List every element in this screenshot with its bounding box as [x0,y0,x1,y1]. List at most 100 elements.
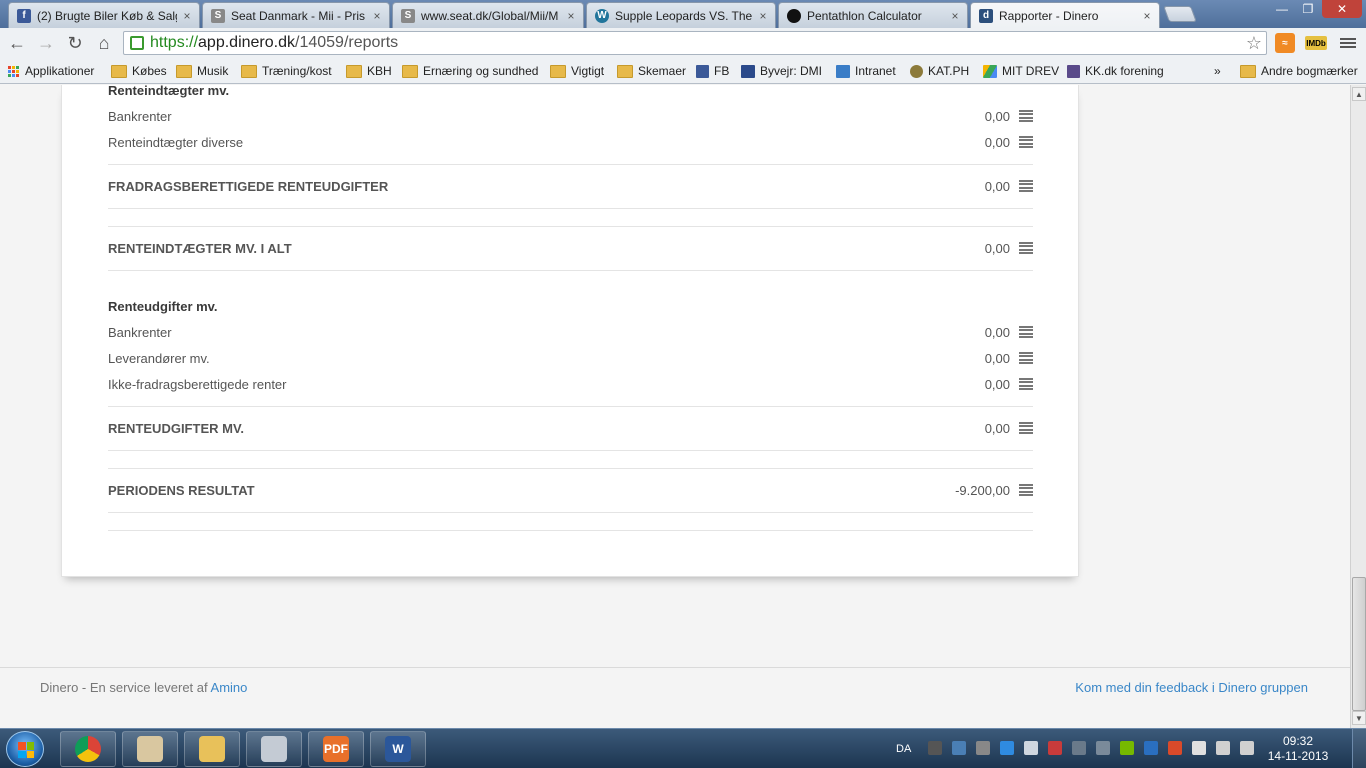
wordpress-icon: W [595,8,609,23]
taskbar-pdf[interactable]: PDF [308,731,364,767]
bookmark-folder-kbh[interactable]: KBH [346,62,392,80]
mail-icon[interactable] [1024,741,1038,755]
minimize-icon[interactable]: — [1270,0,1294,18]
bookmark-fb[interactable]: FB [696,62,729,80]
network-drive-icon[interactable] [952,741,966,755]
bookmark-folder-other[interactable]: Andre bogmærker [1240,62,1358,80]
tab-pentathlon[interactable]: Pentathlon Calculator × [778,2,968,28]
url-path: /14059/reports [295,34,399,51]
tab-seat-global[interactable]: S www.seat.dk/Global/Mii/M × [392,2,584,28]
flag-icon[interactable] [1048,741,1062,755]
taskbar-word[interactable]: W [370,731,426,767]
row-label: PERIODENS RESULTAT [108,482,255,498]
close-window-icon[interactable]: ✕ [1322,0,1362,18]
bookmark-label: Andre bogmærker [1261,64,1358,78]
list-details-icon[interactable] [1019,180,1033,192]
taskbar-explorer-window[interactable] [122,731,178,767]
rss-icon[interactable]: ≈ [1275,33,1295,53]
bookmark-folder-ernaering[interactable]: Ernæring og sundhed [402,62,538,80]
language-indicator[interactable]: DA [896,729,911,768]
steam-icon[interactable] [928,741,942,755]
list-details-icon[interactable] [1019,110,1033,122]
close-icon[interactable]: × [371,9,383,23]
close-icon[interactable]: × [949,9,961,23]
amino-link[interactable]: Amino [211,680,248,695]
bookmark-folder-kobes[interactable]: Købes [111,62,167,80]
address-bar[interactable]: https:// app.dinero.dk /14059/reports ☆ [123,31,1267,55]
system-clock[interactable]: 09:32 14-11-2013 [1266,734,1330,764]
tab-seat-mii[interactable]: S Seat Danmark - Mii - Pris o × [202,2,390,28]
list-details-icon[interactable] [1019,484,1033,496]
bookmark-folder-skemaer[interactable]: Skemaer [617,62,686,80]
bookmark-katph[interactable]: KAT.PH [910,62,969,80]
device-icon[interactable] [1072,741,1086,755]
list-details-icon[interactable] [1019,326,1033,338]
chrome-menu-icon[interactable] [1338,33,1358,53]
home-icon[interactable]: ⌂ [92,31,116,55]
footer-credit: Dinero - En service leveret af Amino [40,680,247,695]
list-details-icon[interactable] [1019,242,1033,254]
forward-icon[interactable]: → [34,31,58,55]
calculator-icon [261,736,287,762]
bookmark-folder-musik[interactable]: Musik [176,62,228,80]
window-icon [137,736,163,762]
usb-icon[interactable] [976,741,990,755]
row-amount: 0,00 [984,134,1010,150]
scroll-thumb[interactable] [1352,577,1366,711]
bookmark-folder-vigtigt[interactable]: Vigtigt [550,62,604,80]
bookmark-mit-drev[interactable]: MIT DREV [983,62,1059,80]
start-button[interactable] [6,731,44,767]
list-details-icon[interactable] [1019,378,1033,390]
new-tab-button[interactable] [1163,6,1197,22]
imdb-icon[interactable]: IMDb [1305,36,1327,50]
kettlebell-icon [787,8,801,23]
scroll-up-icon[interactable]: ▲ [1352,87,1366,101]
tab-label: (2) Brugte Biler Køb & Salg [37,8,177,23]
speaker-muted-icon[interactable] [1168,741,1182,755]
section-heading-label: Renteindtægter mv. [108,85,230,98]
close-icon[interactable]: × [181,9,193,23]
bookmark-label: KBH [367,64,392,78]
maximize-icon[interactable]: ❐ [1296,0,1320,18]
tab-label: Pentathlon Calculator [807,8,922,23]
taskbar-file-explorer[interactable] [184,731,240,767]
bluetooth-icon[interactable] [1144,741,1158,755]
volume-icon[interactable] [1240,741,1254,755]
scroll-down-icon[interactable]: ▼ [1352,711,1366,725]
bookmark-intranet[interactable]: Intranet [836,62,896,80]
lock-icon [130,36,144,50]
reload-icon[interactable]: ↻ [63,31,87,55]
close-icon[interactable]: × [1141,9,1153,23]
show-desktop-button[interactable] [1352,729,1366,768]
list-details-icon[interactable] [1019,422,1033,434]
close-icon[interactable]: × [757,9,769,23]
bookmark-kk-forening[interactable]: KK.dk forening [1067,62,1164,80]
power-icon[interactable] [1192,741,1206,755]
bookmark-apps[interactable]: Applikationer [8,62,94,80]
list-details-icon[interactable] [1019,352,1033,364]
bookmark-star-icon[interactable]: ☆ [1246,33,1262,54]
page-scrollbar[interactable]: ▲ ▼ [1350,85,1366,728]
back-icon[interactable]: ← [5,31,29,55]
monitor-icon[interactable] [1096,741,1110,755]
taskbar-calculator[interactable] [246,731,302,767]
report-row-deductible-total: FRADRAGSBERETTIGEDE RENTEUDGIFTER 0,00 [108,173,1033,199]
close-icon[interactable]: × [565,9,577,23]
bookmark-dmi[interactable]: Byvejr: DMI [741,62,822,80]
list-details-icon[interactable] [1019,136,1033,148]
bookmark-label: Applikationer [25,64,95,78]
bookmark-label: Musik [197,64,229,78]
feedback-link[interactable]: Kom med din feedback i Dinero gruppen [1075,680,1308,695]
dropbox-icon[interactable] [1000,741,1014,755]
bookmarks-overflow-button[interactable]: » [1214,62,1221,80]
clock-time: 09:32 [1282,734,1314,748]
nvidia-icon[interactable] [1120,741,1134,755]
kk-icon [1067,64,1080,78]
tab-label: Seat Danmark - Mii - Pris o [231,8,367,23]
bookmark-folder-traening[interactable]: Træning/kost [241,62,332,80]
taskbar-chrome[interactable] [60,731,116,767]
tab-supple-leopards[interactable]: W Supple Leopards VS. The W × [586,2,776,28]
signal-icon[interactable] [1216,741,1230,755]
tab-dinero-reports[interactable]: d Rapporter - Dinero × [970,2,1160,28]
tab-facebook[interactable]: f (2) Brugte Biler Køb & Salg × [8,2,200,28]
